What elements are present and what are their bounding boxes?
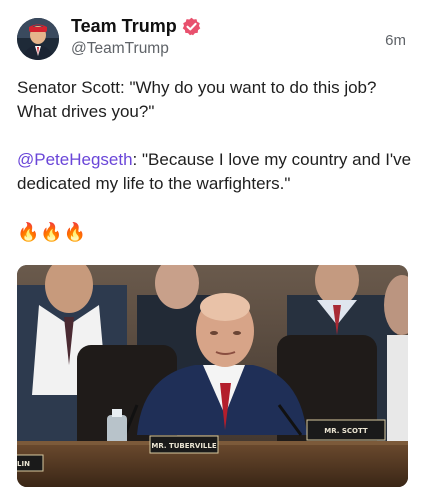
timestamp[interactable]: 6m: [385, 32, 406, 49]
display-name[interactable]: Team Trump: [71, 16, 177, 37]
mention-link[interactable]: @PeteHegseth: [17, 150, 133, 169]
name-row: Team Trump: [71, 16, 201, 37]
handle[interactable]: @TeamTrump: [71, 40, 201, 58]
post-paragraph-2: @PeteHegseth: "Because I love my country…: [17, 148, 412, 196]
placard-scott: MR. SCOTT: [324, 427, 368, 435]
post-paragraph-1: Senator Scott: "Why do you want to do th…: [17, 78, 377, 121]
avatar[interactable]: [17, 18, 59, 60]
senate-hearing-photo: MR. TUBERVILLE MR. SCOTT LIN: [17, 265, 408, 487]
post-body: Senator Scott: "Why do you want to do th…: [17, 76, 412, 244]
post-header: Team Trump @TeamTrump 6m: [17, 14, 412, 62]
post-image[interactable]: MR. TUBERVILLE MR. SCOTT LIN: [17, 265, 408, 487]
fire-emojis: 🔥🔥🔥: [17, 222, 88, 242]
author-block: Team Trump @TeamTrump: [71, 16, 201, 58]
placard-left-partial: LIN: [17, 460, 30, 468]
placard-tuberville: MR. TUBERVILLE: [151, 442, 216, 450]
verified-badge-icon: [182, 17, 201, 36]
